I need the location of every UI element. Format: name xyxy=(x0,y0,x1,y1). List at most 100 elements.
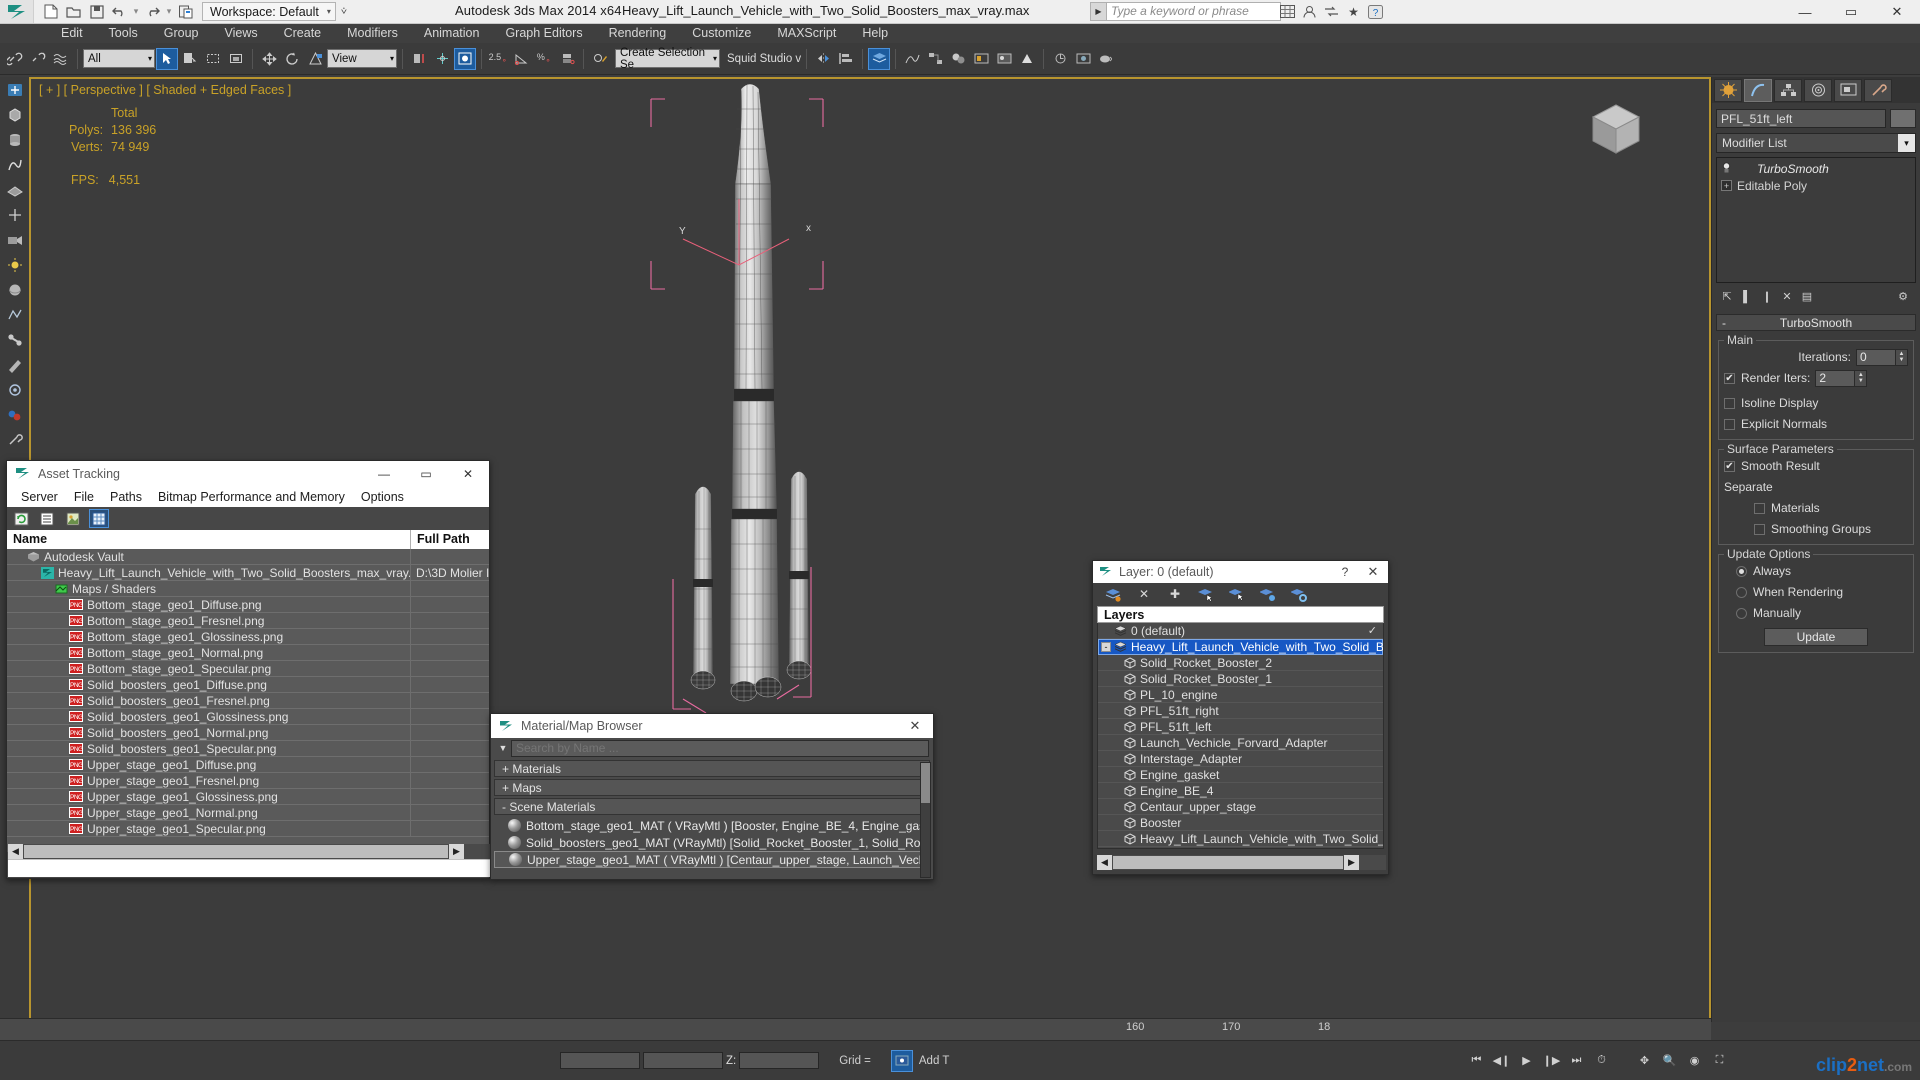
update-manually-row[interactable]: Manually xyxy=(1724,604,1908,622)
update-when-rendering-radio[interactable] xyxy=(1736,586,1747,598)
pan-view-icon[interactable]: ✥ xyxy=(1634,1051,1655,1071)
show-end-result-icon[interactable]: ▌ xyxy=(1740,289,1754,304)
help-button[interactable]: ? xyxy=(1332,565,1358,579)
explicit-normals-row[interactable]: Explicit Normals xyxy=(1724,415,1908,433)
layer-object-row[interactable]: Heavy_Lift_Launch_Vehicle_with_Two_Solid… xyxy=(1098,831,1383,847)
viewcube[interactable] xyxy=(1581,97,1651,167)
asset-row[interactable]: PNG Solid_boosters_geo1_Specular.png xyxy=(7,740,489,757)
scene-material-item[interactable]: Solid_boosters_geo1_MAT (VRayMtl) [Solid… xyxy=(494,834,930,851)
separate-smoothing-row[interactable]: Smoothing Groups xyxy=(1724,520,1908,538)
asset-name-cell[interactable]: PNG Bottom_stage_geo1_Glossiness.png xyxy=(7,628,411,645)
maximize-button[interactable]: ▭ xyxy=(405,461,447,486)
asset-row[interactable]: PNG Solid_boosters_geo1_Diffuse.png xyxy=(7,676,489,693)
pivot-point-icon[interactable] xyxy=(408,48,430,70)
layer-object-row[interactable]: Engine_gasket xyxy=(1098,767,1383,783)
scene-material-item[interactable]: Bottom_stage_geo1_MAT ( VRayMtl ) [Boost… xyxy=(494,817,930,834)
close-button[interactable]: ✕ xyxy=(1874,0,1920,24)
layer-object-row[interactable]: Interstage_Adapter xyxy=(1098,751,1383,767)
star-icon[interactable]: ★ xyxy=(1344,2,1363,21)
line-icon[interactable] xyxy=(3,154,27,176)
list-view-icon[interactable] xyxy=(37,509,57,528)
tab-modify[interactable] xyxy=(1744,78,1772,102)
unlink-icon[interactable] xyxy=(27,48,49,70)
layer-object-row[interactable]: Engine_BE_4 xyxy=(1098,783,1383,799)
percent-snap-icon[interactable]: %⚬ xyxy=(533,48,555,70)
layer-object-row[interactable]: PL_10_engine xyxy=(1098,687,1383,703)
rectangular-selection-icon[interactable] xyxy=(202,48,224,70)
object-color-swatch[interactable] xyxy=(1890,109,1916,128)
layer-object-row[interactable]: Solid_Rocket_Booster_1 xyxy=(1098,671,1383,687)
align-objects-icon[interactable] xyxy=(835,48,857,70)
select-and-move-icon[interactable] xyxy=(258,48,280,70)
asset-name-cell[interactable]: Heavy_Lift_Launch_Vehicle_with_Two_Solid… xyxy=(7,564,411,581)
schematic-view-icon[interactable] xyxy=(924,48,946,70)
asset-name-cell[interactable]: Maps / Shaders xyxy=(7,580,411,597)
menu-item-graph-editors[interactable]: Graph Editors xyxy=(492,24,595,43)
close-button[interactable]: ✕ xyxy=(897,714,933,738)
modifier-stack[interactable]: TurboSmooth + Editable Poly xyxy=(1716,157,1916,283)
grid-view-icon[interactable] xyxy=(89,509,109,528)
edit-named-selection-sets-icon[interactable] xyxy=(589,48,611,70)
cylinder-icon[interactable] xyxy=(3,129,27,151)
smooth-result-row[interactable]: ✔ Smooth Result xyxy=(1724,457,1908,475)
teapot-icon[interactable] xyxy=(1095,48,1117,70)
scene-material-item[interactable]: Upper_stage_geo1_MAT ( VRayMtl ) [Centau… xyxy=(494,851,930,868)
asset-menu-file[interactable]: File xyxy=(66,490,102,504)
object-name-field[interactable] xyxy=(1716,109,1886,128)
angle-snap-icon[interactable] xyxy=(510,48,532,70)
utilities-icon[interactable] xyxy=(3,429,27,451)
asset-name-cell[interactable]: PNG Solid_boosters_geo1_Glossiness.png xyxy=(7,708,411,725)
layer-object-row[interactable]: Centaur_upper_stage xyxy=(1098,799,1383,815)
asset-row[interactable]: PNG Bottom_stage_geo1_Normal.png xyxy=(7,644,489,661)
column-header-name[interactable]: Name xyxy=(7,530,411,549)
scroll-right-icon[interactable]: ▶ xyxy=(1344,855,1359,870)
asset-row[interactable]: PNG Solid_boosters_geo1_Glossiness.png xyxy=(7,708,489,725)
menu-item-help[interactable]: Help xyxy=(849,24,901,43)
asset-row[interactable]: PNG Solid_boosters_geo1_Normal.png xyxy=(7,724,489,741)
update-always-radio[interactable] xyxy=(1736,565,1747,577)
expand-icon[interactable]: + xyxy=(1721,180,1732,191)
menu-item-customize[interactable]: Customize xyxy=(679,24,764,43)
iterations-spinner[interactable]: ▲▼ xyxy=(1856,348,1908,366)
viewport-label[interactable]: [ + ] [ Perspective ] [ Shaded + Edged F… xyxy=(39,83,291,97)
layer-manager-window[interactable]: Layer: 0 (default) ? ✕ ✕ ✚ Layers 0 (def… xyxy=(1092,560,1389,875)
explicit-normals-checkbox[interactable] xyxy=(1724,418,1735,430)
render-setup-icon[interactable] xyxy=(970,48,992,70)
layer-object-row[interactable]: Solid_Rocket_Booster_2 xyxy=(1098,655,1383,671)
mmb-vertical-scrollbar[interactable] xyxy=(920,762,931,878)
project-folder-icon[interactable] xyxy=(175,2,196,22)
redo-dropdown-icon[interactable]: ▾ xyxy=(165,6,173,17)
group-materials[interactable]: + Materials xyxy=(494,760,930,777)
minimize-button[interactable]: — xyxy=(1782,0,1828,24)
x-coordinate-field[interactable] xyxy=(560,1052,640,1069)
asset-row[interactable]: PNG Bottom_stage_geo1_Diffuse.png xyxy=(7,596,489,613)
update-always-row[interactable]: Always xyxy=(1724,562,1908,580)
maximize-button[interactable]: ▭ xyxy=(1828,0,1874,24)
spinner-arrows-icon[interactable]: ▲ ▼ xyxy=(1896,348,1908,366)
light-icon[interactable] xyxy=(3,254,27,276)
window-crossing-icon[interactable] xyxy=(225,48,247,70)
asset-menu-server[interactable]: Server xyxy=(13,490,66,504)
smooth-result-checkbox[interactable]: ✔ xyxy=(1724,460,1735,472)
search-box[interactable]: ▶ Type a keyword or phrase xyxy=(1090,2,1281,21)
app-logo-icon[interactable] xyxy=(0,0,34,23)
create-icon[interactable] xyxy=(3,79,27,101)
material-map-browser[interactable]: Material/Map Browser ✕ ▼ + Materials + M… xyxy=(490,713,934,880)
menu-item-rendering[interactable]: Rendering xyxy=(596,24,680,43)
qat-overflow-icon[interactable]: ⩒ xyxy=(341,6,347,17)
iterations-input[interactable] xyxy=(1856,348,1896,366)
render-iters-checkbox[interactable]: ✔ xyxy=(1724,372,1735,384)
select-and-rotate-icon[interactable] xyxy=(281,48,303,70)
pin-stack-icon[interactable]: ⇱ xyxy=(1720,289,1734,304)
helper-icon[interactable] xyxy=(3,204,27,226)
group-scene-materials[interactable]: - Scene Materials xyxy=(494,798,930,815)
redo-icon[interactable] xyxy=(142,2,163,22)
save-file-icon[interactable] xyxy=(86,2,107,22)
scroll-left-icon[interactable]: ◀ xyxy=(1097,855,1112,870)
undo-dropdown-icon[interactable]: ▾ xyxy=(132,6,140,17)
search-input[interactable]: Type a keyword or phrase xyxy=(1106,2,1281,21)
asset-row[interactable]: Maps / Shaders xyxy=(7,580,489,597)
asset-row[interactable]: PNG Upper_stage_geo1_Specular.png xyxy=(7,820,489,837)
layer-object-row[interactable]: Launch_Vechicle_Forvard_Adapter xyxy=(1098,735,1383,751)
asset-row[interactable]: PNG Upper_stage_geo1_Normal.png xyxy=(7,804,489,821)
